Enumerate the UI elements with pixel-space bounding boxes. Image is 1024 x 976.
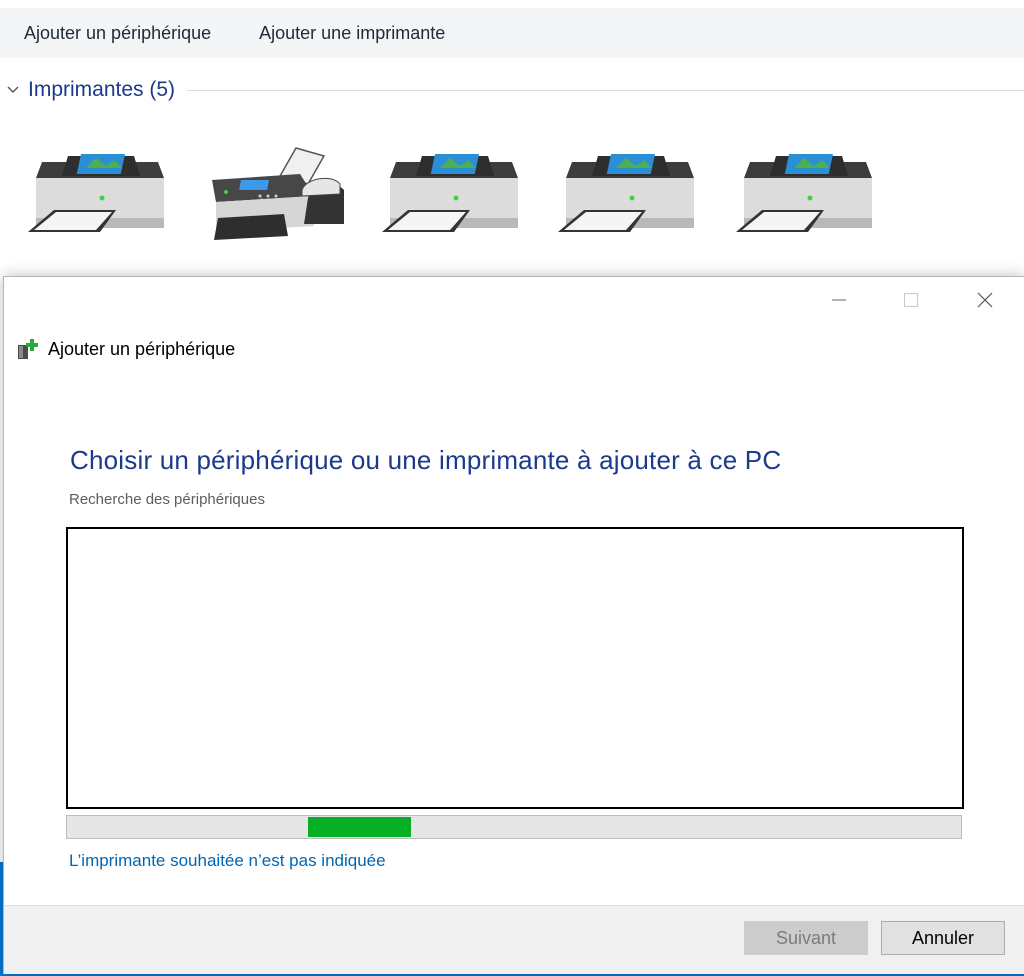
- device-fax[interactable]: [204, 140, 354, 250]
- close-button[interactable]: [956, 277, 1014, 323]
- dialog-header: Ajouter un périphérique: [16, 335, 235, 363]
- fax-icon: [212, 147, 344, 240]
- printer-icon: [558, 154, 694, 232]
- add-device-dialog: Ajouter un périphérique Choisir un périp…: [3, 276, 1024, 974]
- progress-indicator: [308, 817, 411, 837]
- dialog-footer: Suivant Annuler: [4, 905, 1024, 974]
- device-printer-1[interactable]: [26, 140, 176, 250]
- cancel-button[interactable]: Annuler: [881, 921, 1005, 955]
- next-button[interactable]: Suivant: [744, 921, 868, 955]
- maximize-button[interactable]: [882, 277, 940, 323]
- add-device-icon: [18, 339, 38, 359]
- minimize-button[interactable]: [810, 277, 868, 323]
- search-status: Recherche des périphériques: [69, 491, 265, 508]
- printer-icon: [736, 154, 872, 232]
- add-device-button[interactable]: Ajouter un périphérique: [24, 23, 211, 44]
- device-printer-4[interactable]: [734, 140, 884, 250]
- printers-group-header[interactable]: Imprimantes (5): [6, 74, 1024, 106]
- close-icon: [977, 292, 993, 308]
- add-printer-button[interactable]: Ajouter une imprimante: [259, 23, 445, 44]
- device-printer-3[interactable]: [556, 140, 706, 250]
- printer-icon: [28, 154, 164, 232]
- toolbar: Ajouter un périphérique Ajouter une impr…: [0, 8, 1024, 58]
- group-divider: [187, 89, 1024, 91]
- device-printer-2[interactable]: [380, 140, 530, 250]
- printer-icon: [382, 154, 518, 232]
- chevron-down-icon[interactable]: [6, 83, 20, 97]
- device-results-list[interactable]: [66, 527, 964, 809]
- printers-group-title: Imprimantes (5): [28, 78, 176, 101]
- minimize-icon: [832, 299, 846, 301]
- dialog-titlebar[interactable]: [4, 277, 1024, 323]
- page-title: Choisir un périphérique ou une imprimant…: [70, 445, 782, 475]
- printer-not-listed-link[interactable]: L’imprimante souhaitée n’est pas indiqué…: [69, 851, 386, 871]
- search-progress-bar: [66, 815, 962, 839]
- dialog-title: Ajouter un périphérique: [48, 338, 236, 359]
- maximize-icon: [904, 293, 918, 307]
